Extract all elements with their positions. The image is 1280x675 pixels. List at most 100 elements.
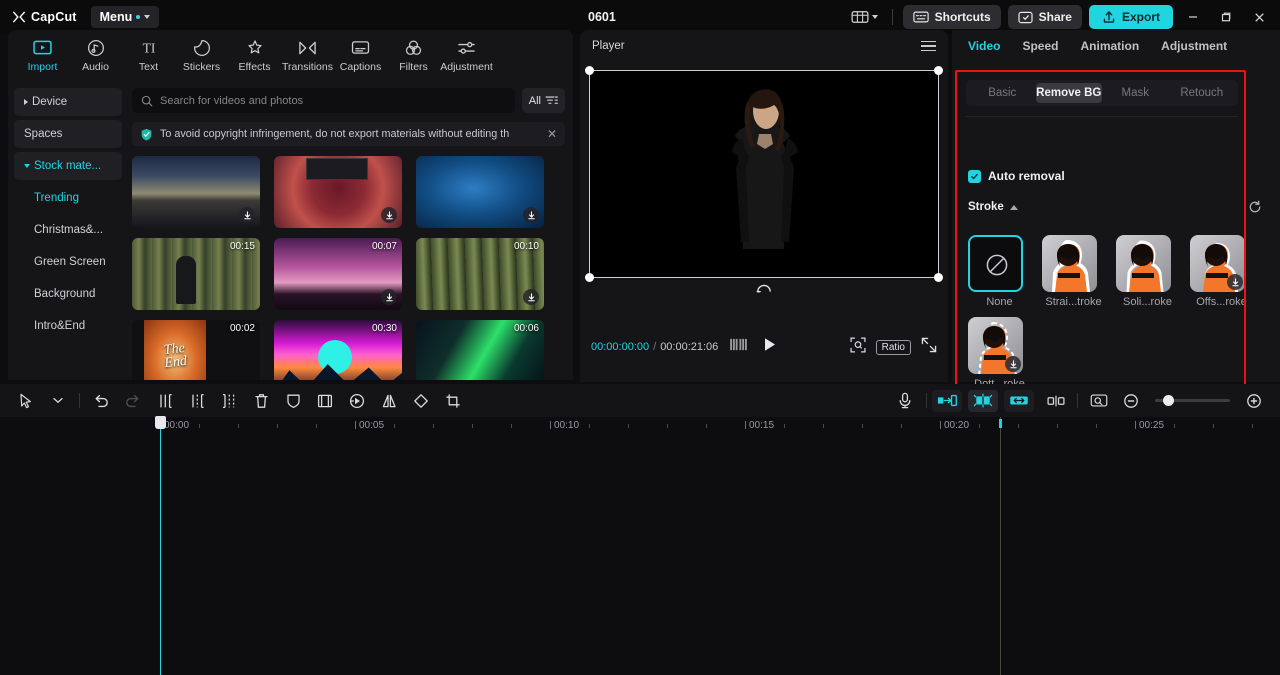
subtab-mask[interactable]: Mask (1102, 83, 1169, 103)
stroke-thumbnail[interactable] (968, 235, 1023, 292)
minimize-button[interactable] (1180, 4, 1206, 30)
reset-button[interactable] (1248, 200, 1262, 219)
tab-video[interactable]: Video (968, 39, 1000, 53)
stroke-thumbnail[interactable] (1116, 235, 1171, 292)
shortcuts-button[interactable]: Shortcuts (903, 5, 1001, 29)
select-tool-button[interactable] (10, 388, 42, 414)
tab-captions[interactable]: Captions (334, 38, 387, 73)
download-icon[interactable] (1227, 274, 1243, 290)
freeze-frame-button[interactable] (309, 388, 341, 414)
maximize-button[interactable] (1213, 4, 1239, 30)
tab-transitions[interactable]: Transitions (281, 38, 334, 73)
subtab-remove-bg[interactable]: Remove BG (1036, 83, 1103, 103)
fullscreen-button[interactable] (921, 337, 937, 358)
stroke-option-straight[interactable]: Strai...troke (1042, 235, 1105, 308)
player-stage[interactable] (589, 70, 939, 278)
menu-button[interactable]: Menu (91, 6, 160, 28)
resize-handle-tr[interactable] (934, 66, 943, 75)
sidebar-item-device[interactable]: Device (14, 88, 122, 116)
preview-thumbnail-button[interactable] (1083, 388, 1115, 414)
stroke-option-solid[interactable]: Soli...roke (1116, 235, 1179, 308)
stroke-thumbnail[interactable] (1042, 235, 1097, 292)
zoom-out-button[interactable] (1115, 388, 1147, 414)
media-item[interactable]: TheEnd 00:02 (132, 320, 260, 380)
media-item[interactable]: 00:15 (132, 238, 260, 310)
zoom-slider[interactable] (1155, 399, 1230, 402)
stroke-option-dotted[interactable]: Dott...roke (968, 317, 1031, 390)
reverse-button[interactable] (341, 388, 373, 414)
rotate-handle[interactable] (756, 282, 772, 300)
delete-button[interactable] (245, 388, 277, 414)
download-icon[interactable] (1005, 356, 1021, 372)
crop-button[interactable] (437, 388, 469, 414)
undo-button[interactable] (85, 388, 117, 414)
redo-button[interactable] (117, 388, 149, 414)
stroke-thumbnail[interactable] (1190, 235, 1245, 292)
export-button[interactable]: Export (1089, 5, 1173, 29)
hamburger-icon[interactable] (921, 41, 936, 52)
media-item[interactable] (274, 156, 402, 228)
trim-right-button[interactable] (213, 388, 245, 414)
sidebar-item-christmas[interactable]: Christmas&... (14, 216, 122, 244)
zoom-fit-button[interactable] (850, 337, 866, 358)
split-button[interactable] (149, 388, 181, 414)
share-button[interactable]: Share (1008, 5, 1082, 29)
tab-filters[interactable]: Filters (387, 38, 440, 73)
download-icon[interactable] (239, 207, 255, 223)
subtab-basic[interactable]: Basic (969, 83, 1036, 103)
rotate-button[interactable] (405, 388, 437, 414)
mark-button[interactable] (277, 388, 309, 414)
tab-audio[interactable]: Audio (69, 38, 122, 73)
stroke-option-none[interactable]: None (968, 235, 1031, 308)
tab-effects[interactable]: Effects (228, 38, 281, 73)
playhead-handle[interactable] (155, 416, 166, 429)
media-item[interactable]: 00:30 (274, 320, 402, 380)
sidebar-item-intro-end[interactable]: Intro&End (14, 312, 122, 340)
stroke-option-offset[interactable]: Offs...roke (1190, 235, 1253, 308)
tab-import[interactable]: Import (16, 38, 69, 73)
subtab-retouch[interactable]: Retouch (1169, 83, 1236, 103)
sidebar-item-stock-materials[interactable]: Stock mate... (14, 152, 122, 180)
auto-fill-left-button[interactable] (932, 390, 962, 412)
close-button[interactable] (1246, 4, 1272, 30)
stroke-section-header[interactable]: Stroke (968, 201, 1018, 213)
search-input[interactable]: Search for videos and photos (132, 88, 515, 113)
frames-icon[interactable] (730, 338, 747, 356)
select-dropdown-button[interactable] (42, 388, 74, 414)
sidebar-item-trending[interactable]: Trending (14, 184, 122, 212)
tab-adjustment[interactable]: Adjustment (1161, 39, 1227, 53)
sidebar-item-green-screen[interactable]: Green Screen (14, 248, 122, 276)
media-item[interactable]: 00:06 (416, 320, 544, 380)
zoom-slider-handle[interactable] (1163, 395, 1174, 406)
align-button[interactable] (1040, 388, 1072, 414)
download-icon[interactable] (523, 289, 539, 305)
resize-handle-tl[interactable] (585, 66, 594, 75)
tab-speed[interactable]: Speed (1022, 39, 1058, 53)
media-item[interactable] (132, 156, 260, 228)
download-icon[interactable] (523, 207, 539, 223)
tab-adjustment[interactable]: Adjustment (440, 38, 493, 73)
tab-animation[interactable]: Animation (1080, 39, 1139, 53)
sidebar-item-spaces[interactable]: Spaces (14, 120, 122, 148)
auto-removal-checkbox[interactable] (968, 170, 981, 183)
mirror-button[interactable] (373, 388, 405, 414)
download-icon[interactable] (381, 207, 397, 223)
sidebar-item-background[interactable]: Background (14, 280, 122, 308)
media-item[interactable]: 00:10 (416, 238, 544, 310)
zoom-in-button[interactable] (1238, 388, 1270, 414)
resize-handle-bl[interactable] (585, 273, 594, 282)
timeline[interactable]: 00:00 00:05 00:10 00:15 00:20 00:25 (0, 417, 1280, 675)
auto-fill-center-button[interactable] (968, 390, 998, 412)
record-button[interactable] (889, 388, 921, 414)
resize-handle-br[interactable] (934, 273, 943, 282)
layout-button[interactable] (847, 7, 882, 27)
tab-stickers[interactable]: Stickers (175, 38, 228, 73)
playhead[interactable] (160, 417, 161, 675)
filter-all-button[interactable]: All (522, 88, 565, 113)
close-icon[interactable]: ✕ (547, 127, 557, 141)
ratio-button[interactable]: Ratio (876, 340, 911, 355)
stroke-thumbnail[interactable] (968, 317, 1023, 374)
tab-text[interactable]: TI Text (122, 38, 175, 73)
media-item[interactable] (416, 156, 544, 228)
auto-fill-right-button[interactable] (1004, 390, 1034, 412)
